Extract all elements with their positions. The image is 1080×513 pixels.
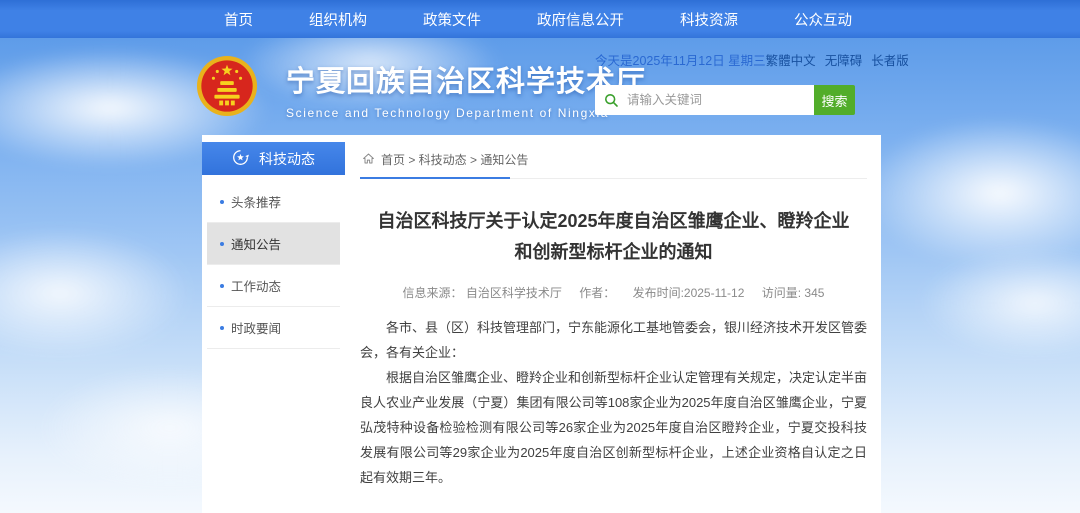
article-meta: 信息来源： 自治区科学技术厅 作者： 发布时间:2025-11-12 访问量: … [360, 284, 867, 301]
site-title: 宁夏回族自治区科学技术厅 [286, 58, 646, 100]
sidebar-title: 科技动态 [259, 149, 315, 169]
today-date: 今天是2025年11月12日 星期三 [595, 50, 766, 69]
article-title-line1: 自治区科技厅关于认定2025年度自治区雏鹰企业、瞪羚企业 [360, 206, 867, 237]
sidebar-header-tech-news[interactable]: 科技动态 [202, 142, 345, 175]
home-icon [362, 152, 375, 168]
breadcrumb-text[interactable]: 首页 > 科技动态 > 通知公告 [381, 151, 528, 168]
article-paragraph: 各市、县（区）科技管理部门，宁东能源化工基地管委会，银川经济技术开发区管委会，各… [360, 316, 867, 366]
nav-item-home[interactable]: 首页 [218, 9, 259, 30]
accessibility-link[interactable]: 无障碍 [825, 50, 863, 69]
search-bar: 搜索 [595, 85, 855, 115]
sidebar-item-label: 头条推荐 [231, 192, 281, 211]
cloud-decoration [0, 228, 190, 358]
search-input[interactable] [595, 85, 814, 115]
breadcrumb: 首页 > 科技动态 > 通知公告 [360, 142, 867, 179]
site-header: 宁夏回族自治区科学技术厅 Science and Technology Depa… [0, 38, 1080, 135]
nav-item-policy[interactable]: 政策文件 [417, 9, 487, 30]
meta-publish-date: 发布时间:2025-11-12 [633, 286, 745, 300]
search-icon [603, 92, 619, 108]
search-button[interactable]: 搜索 [814, 85, 855, 115]
nav-item-organization[interactable]: 组织机构 [303, 9, 373, 30]
national-emblem-icon[interactable] [196, 55, 258, 117]
article-body: 各市、县（区）科技管理部门，宁东能源化工基地管委会，银川经济技术开发区管委会，各… [360, 316, 867, 491]
bullet-dot-icon [220, 242, 224, 246]
traditional-chinese-link[interactable]: 繁體中文 [766, 50, 816, 69]
date-row: 今天是2025年11月12日 星期三 繁體中文 无障碍 长者版 [595, 50, 877, 69]
sidebar: 科技动态 头条推荐 通知公告 工作动态 时政要闻 [202, 142, 345, 349]
page: 首页 组织机构 政策文件 政府信息公开 科技资源 公众互动 [0, 0, 1080, 513]
site-title-block[interactable]: 宁夏回族自治区科学技术厅 Science and Technology Depa… [286, 58, 646, 120]
sidebar-item-headlines[interactable]: 头条推荐 [207, 181, 340, 223]
nav-item-gov-info[interactable]: 政府信息公开 [531, 9, 630, 30]
article-title: 自治区科技厅关于认定2025年度自治区雏鹰企业、瞪羚企业 和创新型标杆企业的通知 [360, 206, 867, 267]
site-subtitle: Science and Technology Department of Nin… [286, 106, 646, 120]
bullet-dot-icon [220, 200, 224, 204]
sidebar-item-notices[interactable]: 通知公告 [207, 223, 340, 265]
bullet-dot-icon [220, 326, 224, 330]
cloud-decoration [860, 118, 1080, 268]
header-right: 今天是2025年11月12日 星期三 繁體中文 无障碍 长者版 [595, 50, 877, 69]
sidebar-item-work-news[interactable]: 工作动态 [207, 265, 340, 307]
nav-item-interaction[interactable]: 公众互动 [788, 9, 858, 30]
article-paragraph: 根据自治区雏鹰企业、瞪羚企业和创新型标杆企业认定管理有关规定，决定认定半亩良人农… [360, 366, 867, 491]
sidebar-list: 头条推荐 通知公告 工作动态 时政要闻 [202, 175, 345, 349]
circle-star-icon [232, 149, 249, 169]
top-nav-items: 首页 组织机构 政策文件 政府信息公开 科技资源 公众互动 [218, 0, 858, 38]
sidebar-item-label: 工作动态 [231, 276, 281, 295]
senior-version-link[interactable]: 长者版 [871, 50, 909, 69]
main-content: 首页 > 科技动态 > 通知公告 自治区科技厅关于认定2025年度自治区雏鹰企业… [360, 142, 867, 513]
bullet-dot-icon [220, 284, 224, 288]
meta-source: 信息来源： 自治区科学技术厅 [403, 286, 562, 300]
sidebar-item-politics-news[interactable]: 时政要闻 [207, 307, 340, 349]
meta-visit-count: 访问量: 345 [762, 286, 825, 300]
article-title-line2: 和创新型标杆企业的通知 [360, 237, 867, 268]
cloud-decoration [920, 248, 1080, 358]
utility-links: 繁體中文 无障碍 长者版 [766, 50, 909, 69]
sidebar-item-label: 时政要闻 [231, 318, 281, 337]
content-wrapper: 科技动态 头条推荐 通知公告 工作动态 时政要闻 [202, 135, 881, 513]
meta-author: 作者： [579, 286, 615, 300]
sidebar-item-label: 通知公告 [231, 234, 281, 253]
top-nav-bar: 首页 组织机构 政策文件 政府信息公开 科技资源 公众互动 [0, 0, 1080, 38]
nav-item-resources[interactable]: 科技资源 [674, 9, 744, 30]
